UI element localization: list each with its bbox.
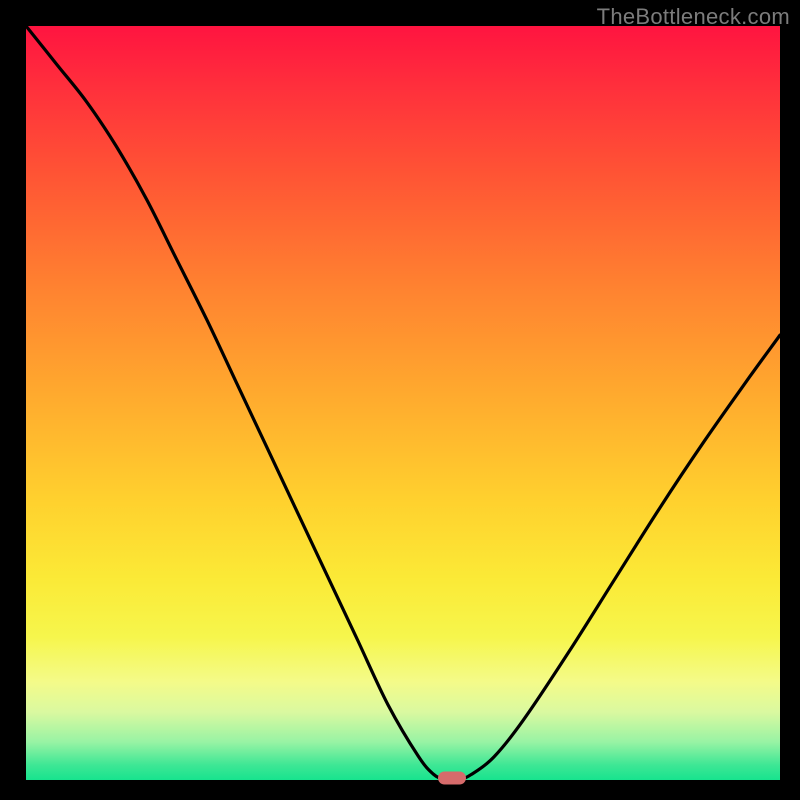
bottleneck-marker — [438, 771, 466, 784]
chart-frame: TheBottleneck.com — [0, 0, 800, 800]
plot-area — [26, 26, 780, 780]
curve-path — [26, 26, 780, 780]
bottleneck-curve — [26, 26, 780, 780]
watermark-text: TheBottleneck.com — [597, 4, 790, 30]
